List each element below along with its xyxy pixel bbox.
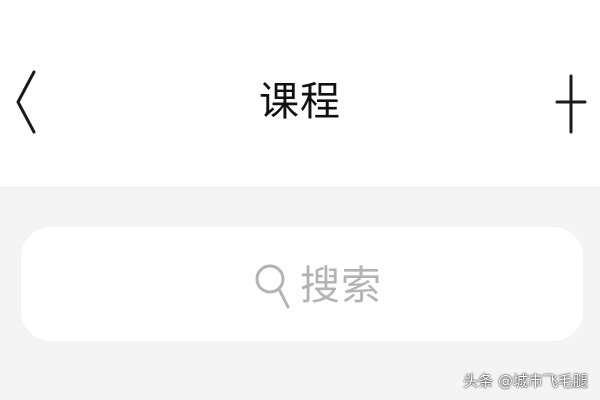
watermark: 头条 @城市飞毛腿 (463, 372, 588, 390)
search-placeholder: 搜索 (300, 263, 382, 309)
add-button[interactable] (548, 72, 594, 136)
page-title: 课程 (259, 79, 341, 125)
search-icon (253, 257, 293, 313)
plus-icon (555, 74, 587, 134)
navbar: 课程 (0, 0, 600, 188)
screen: 课程 搜索 头条 @城市飞毛腿 (0, 0, 600, 400)
